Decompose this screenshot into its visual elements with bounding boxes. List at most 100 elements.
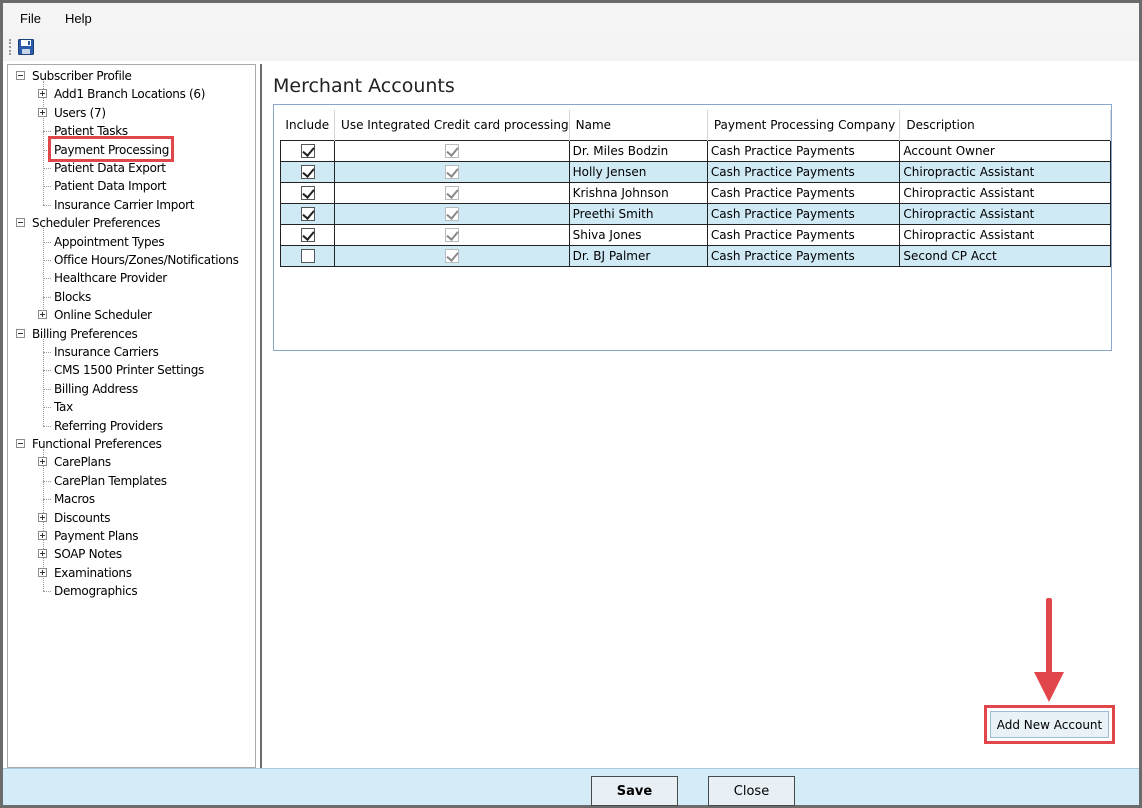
name-cell[interactable]: Dr. Miles Bodzin xyxy=(568,139,708,162)
annotation-arrow-shaft xyxy=(1046,598,1052,678)
tree-item-discounts[interactable]: Discounts xyxy=(8,509,253,527)
expand-icon[interactable] xyxy=(38,457,47,467)
expand-icon[interactable] xyxy=(38,512,47,522)
tree-item-patient-data-import[interactable]: Patient Data Import xyxy=(8,177,253,195)
include-cell xyxy=(279,223,336,246)
tree-item-payment-plans[interactable]: Payment Plans xyxy=(8,527,253,545)
tree-item-blocks[interactable]: Blocks xyxy=(8,288,253,306)
collapse-icon[interactable] xyxy=(16,328,25,338)
tree-connector xyxy=(43,370,51,372)
table-row[interactable]: Holly Jensen Cash Practice Payments Chirop… xyxy=(279,160,1111,183)
page-title: Merchant Accounts xyxy=(273,75,455,97)
include-checkbox[interactable] xyxy=(300,185,315,200)
add-new-account-button[interactable]: Add New Account xyxy=(990,711,1109,738)
company-cell[interactable]: Cash Practice Payments xyxy=(706,244,901,267)
company-cell[interactable]: Cash Practice Payments xyxy=(706,181,901,204)
name-cell[interactable]: Krishna Johnson xyxy=(568,181,708,204)
description-cell[interactable]: Chiropractic Assistant xyxy=(899,181,1111,204)
company-cell[interactable]: Cash Practice Payments xyxy=(706,160,901,183)
include-checkbox[interactable] xyxy=(300,227,315,242)
table-row[interactable]: Shiva Jones Cash Practice Payments Chiropr… xyxy=(279,223,1111,246)
tree-item-billing-address[interactable]: Billing Address xyxy=(8,380,253,398)
footer-bar: Save Close xyxy=(3,768,1139,806)
integrated-checkbox xyxy=(444,185,459,200)
tree-item-functional-preferences[interactable]: Functional Preferences xyxy=(8,435,253,453)
integrated-cell xyxy=(334,244,570,267)
column-header-integrated[interactable]: Use Integrated Credit card processing xyxy=(334,110,570,140)
toolbar-grip[interactable] xyxy=(9,39,12,55)
close-button[interactable]: Close xyxy=(708,776,795,806)
tree-item-tax[interactable]: Tax xyxy=(8,398,253,416)
include-checkbox[interactable] xyxy=(300,164,315,179)
expand-icon[interactable] xyxy=(38,531,47,540)
collapse-icon[interactable] xyxy=(16,218,25,228)
company-cell[interactable]: Cash Practice Payments xyxy=(706,223,901,246)
tree-connector xyxy=(43,131,51,133)
tree-connector xyxy=(43,168,51,169)
menu-bar: File Help xyxy=(3,3,1139,33)
column-header-include[interactable]: Include xyxy=(280,110,336,140)
name-cell[interactable]: Preethi Smith xyxy=(568,202,708,225)
tree-connector xyxy=(43,480,51,482)
company-cell[interactable]: Cash Practice Payments xyxy=(706,202,901,225)
include-checkbox[interactable] xyxy=(300,248,315,263)
tree-item-macros[interactable]: Macros xyxy=(8,490,253,508)
save-button[interactable]: Save xyxy=(591,776,678,806)
column-header-description[interactable]: Description xyxy=(899,110,1111,140)
tree-item-demographics[interactable]: Demographics xyxy=(8,582,253,600)
tree-item-soap-notes[interactable]: SOAP Notes xyxy=(8,545,253,563)
tree-item-online-scheduler[interactable]: Online Scheduler xyxy=(8,306,253,324)
collapse-icon[interactable] xyxy=(16,71,25,80)
tree-item-careplan-templates[interactable]: CarePlan Templates xyxy=(8,472,253,490)
description-cell[interactable]: Chiropractic Assistant xyxy=(899,202,1111,225)
tree-item-scheduler-preferences[interactable]: Scheduler Preferences xyxy=(8,214,253,232)
tree-item-cms-1500-printer-settings[interactable]: CMS 1500 Printer Settings xyxy=(8,361,253,379)
table-row[interactable]: Preethi Smith Cash Practice Payments Chiro… xyxy=(279,202,1111,225)
tree-item-add1-branch-locations-6[interactable]: Add1 Branch Locations (6) xyxy=(8,85,253,103)
include-cell xyxy=(279,202,336,225)
table-row[interactable]: Krishna Johnson Cash Practice Payments Chi… xyxy=(279,181,1111,204)
tree-item-healthcare-provider[interactable]: Healthcare Provider xyxy=(8,269,253,287)
description-cell[interactable]: Chiropractic Assistant xyxy=(899,160,1111,183)
expand-icon[interactable] xyxy=(38,310,47,320)
tree-item-label: CarePlans xyxy=(54,455,111,470)
collapse-icon[interactable] xyxy=(16,439,25,448)
expand-icon[interactable] xyxy=(38,549,47,559)
column-header-name[interactable]: Name xyxy=(569,110,708,140)
name-cell[interactable]: Dr. BJ Palmer xyxy=(568,244,708,267)
tree-item-insurance-carrier-import[interactable]: Insurance Carrier Import xyxy=(8,196,253,214)
settings-tree: Subscriber Profile Add1 Branch Locations … xyxy=(7,64,256,768)
tree-item-label: Tax xyxy=(54,400,73,415)
tree-item-users-7[interactable]: Users (7) xyxy=(8,104,253,122)
company-cell[interactable]: Cash Practice Payments xyxy=(706,139,901,162)
floppy-disk-icon[interactable] xyxy=(18,39,34,55)
tree-item-appointment-types[interactable]: Appointment Types xyxy=(8,233,253,251)
expand-icon[interactable] xyxy=(38,107,47,117)
description-cell[interactable]: Second CP Acct xyxy=(899,244,1111,267)
expand-icon[interactable] xyxy=(38,567,47,577)
column-header-company[interactable]: Payment Processing Company xyxy=(707,110,901,140)
tree-item-careplans[interactable]: CarePlans xyxy=(8,453,253,471)
menu-help[interactable]: Help xyxy=(62,9,95,28)
tree-item-referring-providers[interactable]: Referring Providers xyxy=(8,417,253,435)
name-cell[interactable]: Shiva Jones xyxy=(568,223,708,246)
table-row[interactable]: Dr. BJ Palmer Cash Practice Payments Secon… xyxy=(279,244,1111,267)
tree-item-label: Healthcare Provider xyxy=(54,271,167,286)
tree-item-office-hours-zones-notifications[interactable]: Office Hours/Zones/Notifications xyxy=(8,251,253,269)
annotation-arrow-head xyxy=(1034,672,1064,702)
table-row[interactable]: Dr. Miles Bodzin Cash Practice Payments Ac… xyxy=(279,139,1111,162)
tree-item-subscriber-profile[interactable]: Subscriber Profile xyxy=(8,67,253,85)
table-header-row: Include Use Integrated Credit card proce… xyxy=(280,110,1111,140)
menu-file[interactable]: File xyxy=(17,9,44,28)
tree-item-label: Payment Plans xyxy=(54,529,139,543)
tree-item-billing-preferences[interactable]: Billing Preferences xyxy=(8,325,253,343)
integrated-cell xyxy=(334,139,570,162)
tree-item-insurance-carriers[interactable]: Insurance Carriers xyxy=(8,343,253,361)
description-cell[interactable]: Account Owner xyxy=(899,139,1111,162)
description-cell[interactable]: Chiropractic Assistant xyxy=(899,223,1111,246)
name-cell[interactable]: Holly Jensen xyxy=(568,160,708,183)
expand-icon[interactable] xyxy=(38,89,47,99)
tree-item-examinations[interactable]: Examinations xyxy=(8,564,253,582)
include-checkbox[interactable] xyxy=(300,206,315,221)
include-checkbox[interactable] xyxy=(300,143,315,158)
